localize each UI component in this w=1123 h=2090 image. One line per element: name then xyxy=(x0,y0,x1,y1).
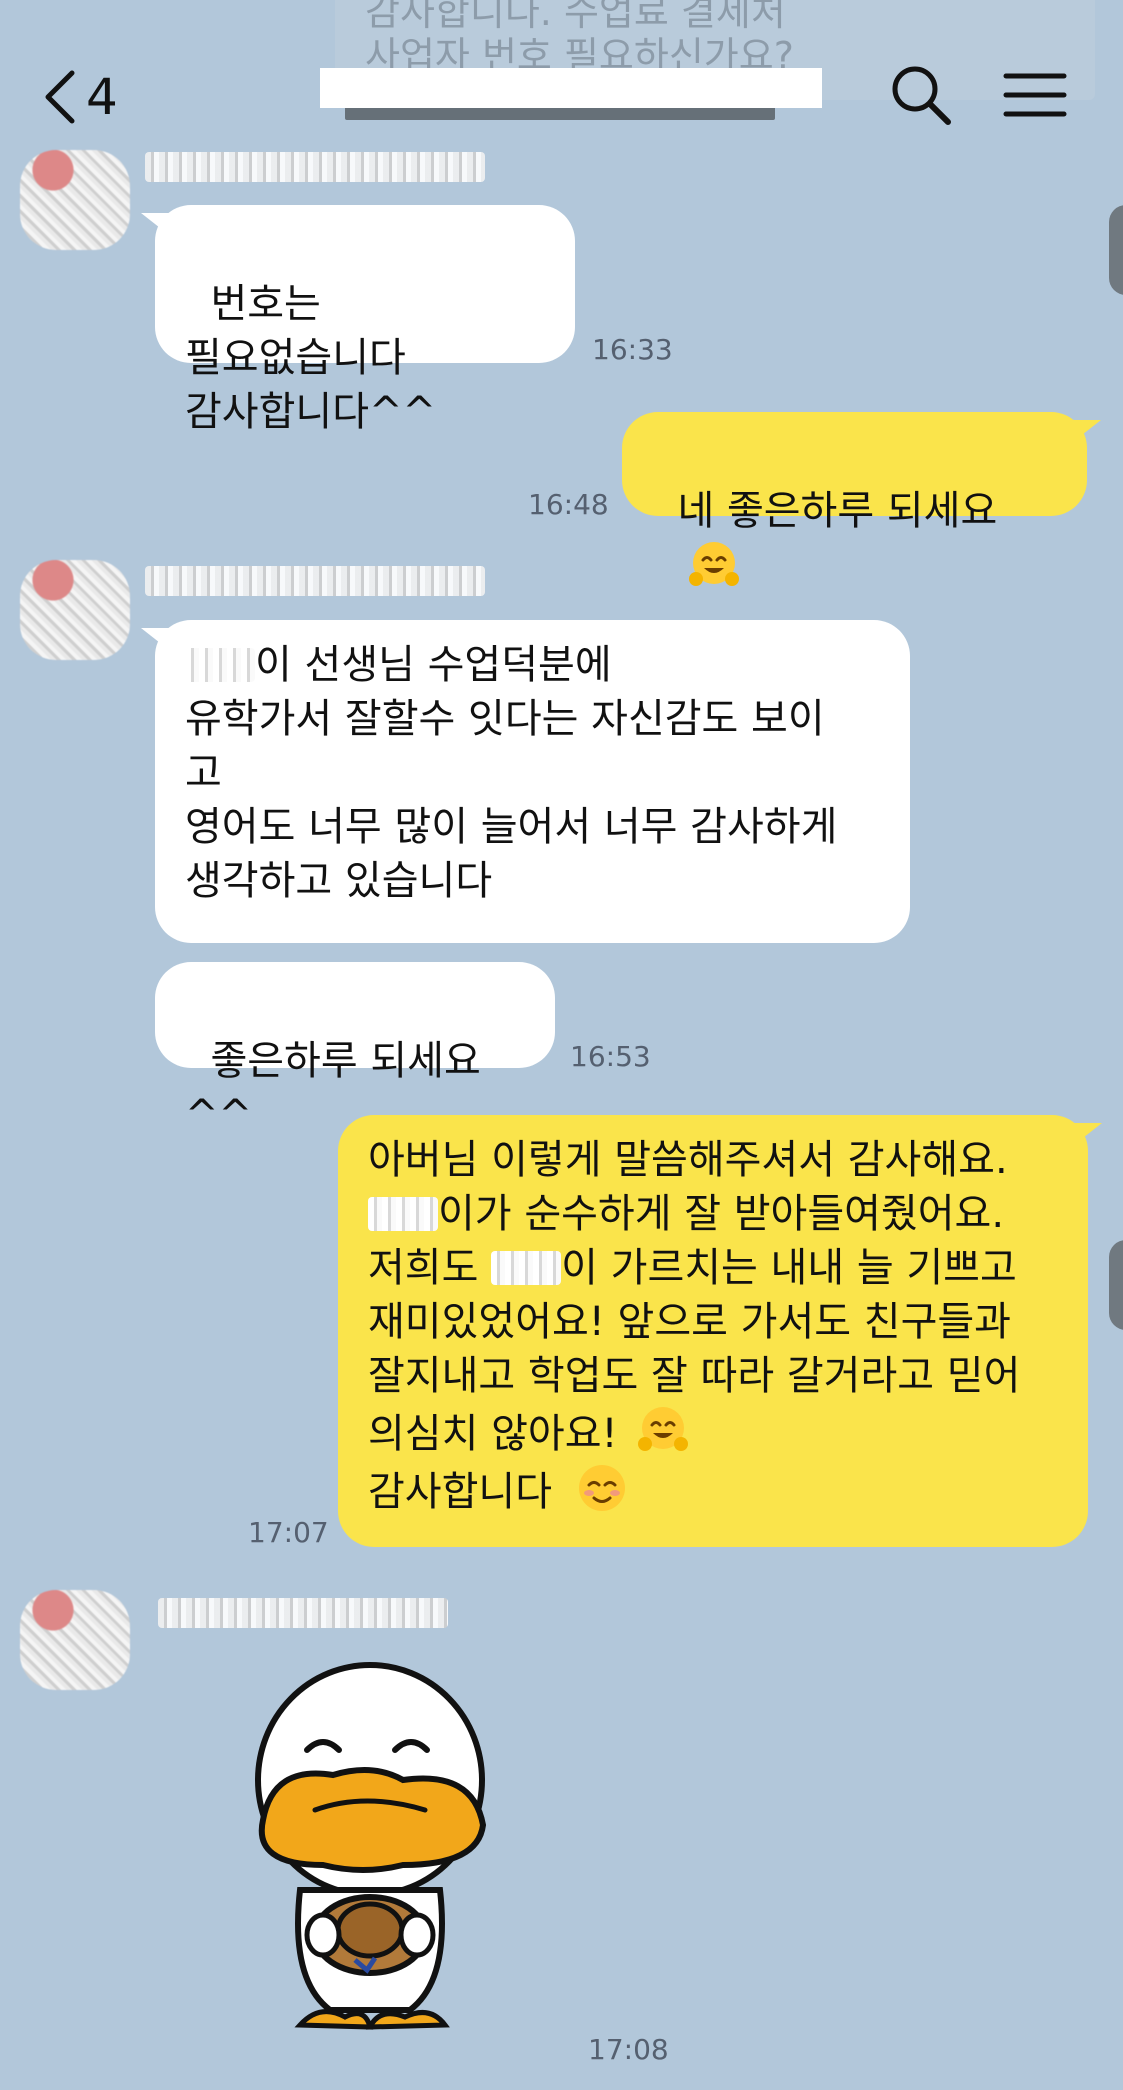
redacted-name xyxy=(368,1197,438,1231)
sender-avatar[interactable] xyxy=(20,560,130,660)
message-text: 네 좋은하루 되세요 xyxy=(677,488,998,534)
message-line: 재미있었어요! 앞으로 가서도 친구들과 xyxy=(368,1299,1011,1345)
message-line: 이가 순수하게 잘 받아들여줬어요. xyxy=(368,1187,1058,1241)
message-text: 이 선생님 수업덕분에 유학가서 잘할수 잇다는 자신감도 보이 고 영어도 너… xyxy=(185,642,838,904)
redacted-name xyxy=(185,648,255,682)
message-text: 번호는 필요없습니다 감사합니다^^ xyxy=(185,281,437,435)
sender-name-redacted xyxy=(145,152,485,182)
smiling-face-emoji xyxy=(578,1465,625,1511)
message-line: 저희도 이 가르치는 내내 늘 기쁘고 xyxy=(368,1245,1017,1291)
redacted-name xyxy=(491,1251,562,1285)
message-time: 17:08 xyxy=(588,2033,669,2066)
edge-avatar-partial xyxy=(1109,205,1123,295)
edge-avatar-partial xyxy=(1109,1240,1123,1330)
message-time: 16:33 xyxy=(592,333,673,366)
message-line: 아버님 이렇게 말씀해주셔서 감사해요. xyxy=(368,1137,1008,1183)
hugging-face-emoji xyxy=(689,542,740,586)
message-bubble-outgoing[interactable]: 아버님 이렇게 말씀해주셔서 감사해요. 이가 순수하게 잘 받아들여줬어요. … xyxy=(338,1115,1102,1547)
menu-icon xyxy=(1003,73,1067,117)
hugging-face-emoji xyxy=(638,1407,689,1451)
message-time: 16:48 xyxy=(528,488,609,521)
chevron-left-icon xyxy=(45,70,75,124)
notice-line-1: 감사합니다. 수업료 결제처 xyxy=(365,0,786,34)
search-button[interactable] xyxy=(886,60,956,130)
message-bubble-incoming[interactable]: 좋은하루 되세요^^ xyxy=(155,962,555,1138)
sender-name-redacted xyxy=(145,566,485,596)
sender-avatar[interactable] xyxy=(20,1590,130,1690)
message-bubble-incoming[interactable]: 이 선생님 수업덕분에 유학가서 잘할수 잇다는 자신감도 보이 고 영어도 너… xyxy=(141,620,910,943)
menu-button[interactable] xyxy=(1000,60,1080,130)
back-button[interactable]: 4 xyxy=(40,62,118,132)
unread-count: 4 xyxy=(86,68,118,126)
sender-avatar[interactable] xyxy=(20,150,130,250)
chat-title-obscured xyxy=(345,106,775,120)
message-time: 17:07 xyxy=(248,1516,329,1549)
message-time: 16:53 xyxy=(570,1040,651,1073)
duck-sticker[interactable] xyxy=(245,1660,495,2040)
search-icon xyxy=(892,66,951,125)
message-line: 감사합니다 xyxy=(368,1461,1058,1519)
chat-title-redaction xyxy=(320,68,822,108)
message-bubble-outgoing[interactable]: 네 좋은하루 되세요 xyxy=(622,412,1101,586)
message-line: 잘지내고 학업도 잘 따라 갈거라고 믿어 xyxy=(368,1353,1021,1399)
message-line: 의심치 않아요! xyxy=(368,1403,1058,1461)
message-bubble-incoming[interactable]: 번호는 필요없습니다 감사합니다^^ xyxy=(141,205,575,435)
sender-name-redacted xyxy=(158,1598,448,1628)
